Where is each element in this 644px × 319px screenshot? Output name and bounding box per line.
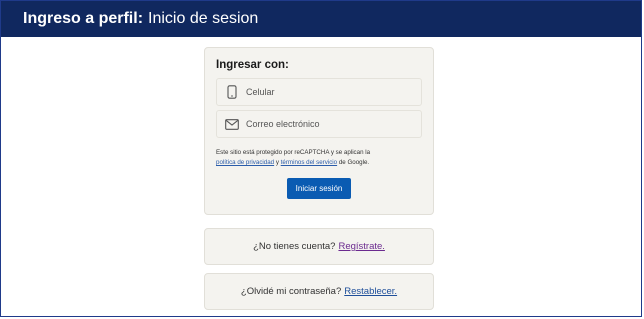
reset-prompt: ¿Olvidé mi contraseña? — [240, 286, 342, 297]
recaptcha-notice: Este sitio está protegido por reCAPTCHA … — [216, 148, 422, 168]
header-title-light: Inicio de sesion — [148, 10, 259, 27]
recaptcha-and: y — [275, 159, 279, 166]
register-card: ¿No tienes cuenta? Regístrate. — [204, 228, 434, 265]
login-option-email[interactable]: Correo electrónico — [216, 110, 422, 138]
login-option-phone[interactable]: Celular — [216, 78, 422, 106]
phone-icon — [225, 85, 239, 99]
terms-of-service-link[interactable]: términos del servicio — [281, 159, 337, 166]
page-frame: Ingreso a perfil: Inicio de sesion Ingre… — [0, 0, 642, 317]
login-title: Ingresar con: — [216, 59, 289, 71]
recaptcha-text-1: Este sitio está protegido por reCAPTCHA … — [216, 149, 371, 156]
login-card: Ingresar con: Celular Correo electrónico… — [204, 47, 434, 215]
reset-password-link[interactable]: Restablecer. — [344, 286, 397, 297]
header-title-bold: Ingreso a perfil: — [23, 10, 144, 27]
sign-in-button[interactable]: Iniciar sesión — [287, 178, 351, 199]
page-header: Ingreso a perfil: Inicio de sesion — [1, 1, 641, 37]
register-prompt: ¿No tienes cuenta? — [253, 241, 336, 252]
recaptcha-text-2: de Google. — [338, 159, 370, 166]
login-option-phone-label: Celular — [246, 87, 275, 97]
reset-password-card: ¿Olvidé mi contraseña? Restablecer. — [204, 273, 434, 310]
envelope-icon — [225, 117, 239, 131]
privacy-policy-link[interactable]: política de privacidad — [216, 159, 274, 166]
login-option-email-label: Correo electrónico — [246, 119, 320, 129]
register-link[interactable]: Regístrate. — [338, 241, 384, 252]
